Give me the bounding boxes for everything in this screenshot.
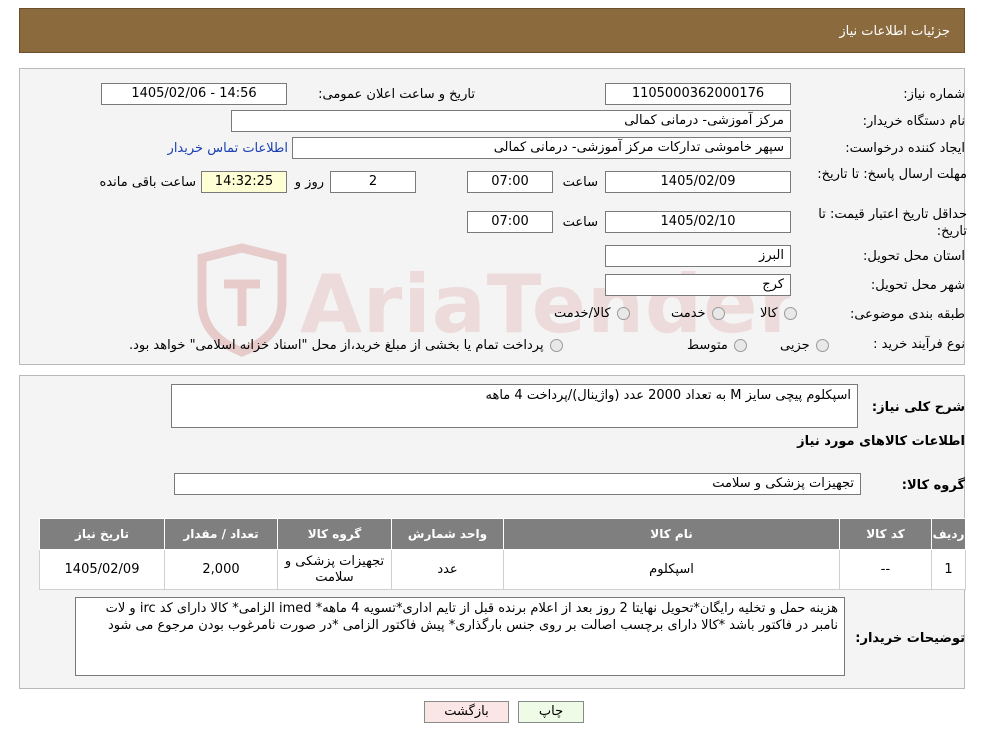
reply-days-field: 2: [330, 171, 416, 193]
cell-name: اسپکلوم: [503, 549, 840, 590]
cell-date: 1405/02/09: [39, 549, 165, 590]
items-table-wrap: ردیف کد کالا نام کالا واحد شمارش گروه کا…: [39, 518, 966, 590]
need-number-label: شماره نیاز:: [903, 87, 965, 102]
radio-goods-service[interactable]: [616, 307, 630, 320]
province-label: استان محل تحویل:: [863, 249, 965, 264]
cell-group: تجهیزات پزشکی و سلامت: [277, 549, 392, 590]
summary-label: شرح کلی نیاز:: [871, 400, 965, 415]
requester-label: ایجاد کننده درخواست:: [845, 141, 965, 156]
table-row: 1 -- اسپکلوم عدد تجهیزات پزشکی و سلامت 2…: [39, 549, 966, 590]
radio-service[interactable]: [711, 307, 725, 320]
col-header-name: نام کالا: [503, 518, 840, 550]
province-field: البرز: [605, 245, 791, 267]
radio-small[interactable]: [815, 339, 829, 352]
reply-time-label: ساعت: [562, 175, 598, 190]
purchase-type-small[interactable]: جزیی: [780, 338, 829, 353]
summary-field: اسپکلوم پیچی سایز M به تعداد 2000 عدد (و…: [171, 384, 858, 428]
buyer-org-label: نام دستگاه خریدار:: [862, 114, 965, 129]
page-header: جزئیات اطلاعات نیاز: [19, 8, 965, 53]
col-header-date: تاریخ نیاز: [39, 518, 165, 550]
back-button[interactable]: بازگشت: [424, 701, 509, 723]
page-title: جزئیات اطلاعات نیاز: [839, 24, 950, 39]
category-option-service[interactable]: خدمت: [671, 306, 725, 321]
category-option-goods-service[interactable]: کالا/خدمت: [554, 306, 630, 321]
radio-goods[interactable]: [783, 307, 797, 320]
announce-label: تاریخ و ساعت اعلان عمومی:: [318, 87, 475, 102]
purchase-type-small-label: جزیی: [780, 338, 810, 353]
treasury-note-text: پرداخت تمام یا بخشی از مبلغ خرید،از محل …: [129, 338, 544, 353]
purchase-type-label: نوع فرآیند خرید :: [873, 337, 965, 352]
col-header-qty: تعداد / مقدار: [164, 518, 278, 550]
category-option-goods[interactable]: کالا: [760, 306, 797, 321]
items-table-header: ردیف کد کالا نام کالا واحد شمارش گروه کا…: [39, 518, 966, 550]
buyer-contact-link[interactable]: اطلاعات تماس خریدار: [168, 141, 288, 156]
requester-field: سپهر خاموشی تدارکات مرکز آموزشی- درمانی …: [292, 137, 791, 159]
checkbox-treasury[interactable]: [549, 339, 563, 352]
reply-time-field: 07:00: [467, 171, 553, 193]
price-validity-label: حداقل تاریخ اعتبار قیمت: تا تاریخ:: [818, 207, 967, 239]
treasury-note[interactable]: پرداخت تمام یا بخشی از مبلغ خرید،از محل …: [129, 338, 563, 353]
col-header-code: کد کالا: [839, 518, 932, 550]
category-option-goods-service-label: کالا/خدمت: [554, 306, 611, 321]
need-number-field: 1105000362000176: [605, 83, 791, 105]
price-validity-time-label: ساعت: [562, 215, 598, 230]
category-option-goods-label: کالا: [760, 306, 778, 321]
cell-code: --: [839, 549, 932, 590]
col-header-row-no: ردیف: [931, 518, 966, 550]
city-field: کرج: [605, 274, 791, 296]
goods-group-label: گروه کالا:: [901, 478, 965, 493]
price-validity-time-field: 07:00: [467, 211, 553, 233]
announce-field: 1405/02/06 - 14:56: [101, 83, 287, 105]
category-label: طبقه بندی موضوعی:: [849, 307, 965, 322]
goods-group-field: تجهیزات پزشکی و سلامت: [174, 473, 861, 495]
items-table: ردیف کد کالا نام کالا واحد شمارش گروه کا…: [39, 518, 966, 590]
buyer-org-field: مرکز آموزشی- درمانی کمالی: [231, 110, 791, 132]
remaining-time-field: 14:32:25: [201, 171, 287, 193]
buyer-notes-field: هزینه حمل و تخلیه رایگان*تحویل نهایتا 2 …: [75, 597, 845, 676]
col-header-group: گروه کالا: [277, 518, 392, 550]
cell-qty: 2,000: [164, 549, 278, 590]
cell-unit: عدد: [391, 549, 504, 590]
radio-medium[interactable]: [733, 339, 747, 352]
buyer-notes-label: توضیحات خریدار:: [855, 631, 965, 646]
reply-days-label: روز و: [294, 175, 324, 190]
col-header-unit: واحد شمارش: [391, 518, 504, 550]
goods-info-title: اطلاعات کالاهای مورد نیاز: [797, 434, 965, 449]
reply-deadline-label: مهلت ارسال پاسخ: تا تاریخ:: [817, 167, 967, 182]
price-validity-date-field: 1405/02/10: [605, 211, 791, 233]
city-label: شهر محل تحویل:: [870, 278, 965, 293]
category-option-service-label: خدمت: [671, 306, 706, 321]
purchase-type-medium[interactable]: متوسط: [687, 338, 747, 353]
reply-date-field: 1405/02/09: [605, 171, 791, 193]
cell-row-no: 1: [931, 549, 966, 590]
remaining-time-label: ساعت باقی مانده: [99, 175, 196, 190]
print-button[interactable]: چاپ: [518, 701, 584, 723]
purchase-type-medium-label: متوسط: [687, 338, 728, 353]
